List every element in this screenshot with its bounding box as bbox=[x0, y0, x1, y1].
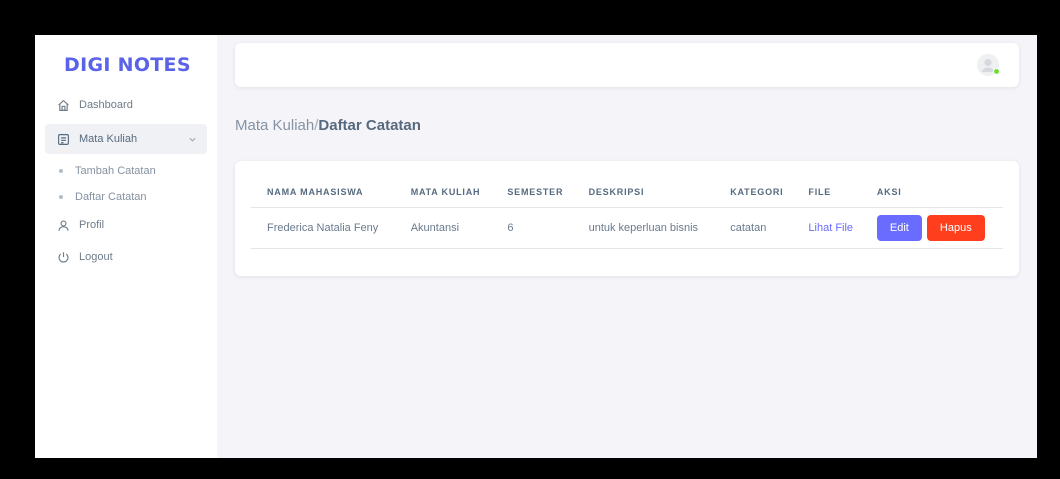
sidebar: DIGI NOTES Dashboard Mata Kuliah Tambah bbox=[35, 35, 217, 458]
cell-file: Lihat File bbox=[792, 207, 861, 249]
bullet-icon bbox=[59, 195, 63, 199]
cell-nama-mahasiswa: Frederica Natalia Feny bbox=[251, 207, 395, 249]
sidebar-item-label: Daftar Catatan bbox=[75, 191, 147, 203]
column-header-file: FILE bbox=[792, 177, 861, 208]
avatar[interactable] bbox=[977, 54, 1000, 76]
notes-table-card: NAMA MAHASISWA MATA KULIAH SEMESTER DESK… bbox=[235, 161, 1019, 276]
page-title: Daftar Catatan bbox=[318, 117, 421, 134]
top-navbar bbox=[235, 43, 1019, 87]
table-header-row: NAMA MAHASISWA MATA KULIAH SEMESTER DESK… bbox=[251, 177, 1003, 208]
notes-table: NAMA MAHASISWA MATA KULIAH SEMESTER DESK… bbox=[251, 177, 1003, 249]
user-icon bbox=[55, 218, 71, 232]
column-header-semester: SEMESTER bbox=[491, 177, 573, 208]
chevron-down-icon bbox=[188, 135, 197, 144]
main-content: Mata Kuliah/Daftar Catatan NAMA MAHASISW… bbox=[217, 35, 1037, 458]
sidebar-item-label: Dashboard bbox=[79, 99, 133, 111]
table-row: Frederica Natalia Feny Akuntansi 6 untuk… bbox=[251, 207, 1003, 249]
column-header-aksi: AKSI bbox=[860, 177, 1003, 208]
delete-button[interactable]: Hapus bbox=[926, 215, 985, 241]
home-icon bbox=[55, 98, 71, 112]
sidebar-item-profil[interactable]: Profil bbox=[45, 212, 207, 238]
sidebar-item-label: Tambah Catatan bbox=[75, 165, 156, 177]
column-header-nama-mahasiswa: NAMA MAHASISWA bbox=[251, 177, 395, 208]
sidebar-item-label: Logout bbox=[79, 251, 113, 263]
brand-logo[interactable]: DIGI NOTES bbox=[64, 54, 217, 76]
power-icon bbox=[55, 250, 71, 264]
column-header-kategori: KATEGORI bbox=[714, 177, 793, 208]
cell-aksi: Edit Hapus bbox=[860, 207, 1003, 249]
breadcrumb-parent[interactable]: Mata Kuliah bbox=[235, 117, 314, 134]
edit-button[interactable]: Edit bbox=[876, 215, 922, 241]
view-file-link[interactable]: Lihat File bbox=[808, 222, 853, 234]
sidebar-subitem-daftar-catatan[interactable]: Daftar Catatan bbox=[45, 186, 207, 208]
cell-mata-kuliah: Akuntansi bbox=[394, 207, 492, 249]
app-window: DIGI NOTES Dashboard Mata Kuliah Tambah bbox=[35, 35, 1037, 458]
sidebar-menu: Dashboard Mata Kuliah Tambah Catatan Daf… bbox=[35, 92, 217, 270]
column-header-mata-kuliah: MATA KULIAH bbox=[394, 177, 492, 208]
sidebar-item-dashboard[interactable]: Dashboard bbox=[45, 92, 207, 118]
sidebar-item-label: Mata Kuliah bbox=[79, 133, 138, 145]
cell-deskripsi: untuk keperluan bisnis bbox=[572, 207, 715, 249]
bullet-icon bbox=[59, 169, 63, 173]
cell-kategori: catatan bbox=[714, 207, 793, 249]
sidebar-subitem-tambah-catatan[interactable]: Tambah Catatan bbox=[45, 160, 207, 182]
sidebar-item-logout[interactable]: Logout bbox=[45, 244, 207, 270]
online-status-dot bbox=[993, 68, 1000, 75]
sidebar-item-label: Profil bbox=[79, 219, 105, 231]
column-header-deskripsi: DESKRIPSI bbox=[572, 177, 715, 208]
notes-icon bbox=[55, 132, 71, 146]
cell-semester: 6 bbox=[491, 207, 573, 249]
breadcrumb: Mata Kuliah/Daftar Catatan bbox=[235, 117, 421, 134]
sidebar-item-mata-kuliah[interactable]: Mata Kuliah bbox=[45, 124, 207, 154]
